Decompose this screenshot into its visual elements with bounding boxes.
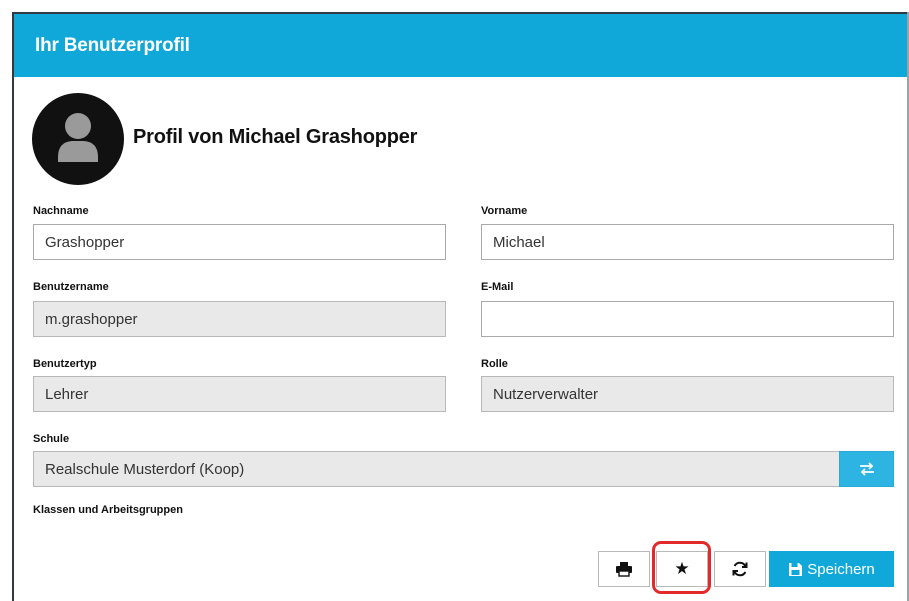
user-silhouette-icon (58, 113, 98, 162)
email-label: E-Mail (481, 281, 514, 293)
benutzername-field: m.grashopper (33, 301, 446, 337)
schule-label: Schule (33, 433, 70, 445)
refresh-icon (732, 561, 748, 577)
rolle-field: Nutzerverwalter (481, 376, 894, 412)
benutzername-label: Benutzername (33, 281, 109, 293)
vorname-field[interactable]: Michael (481, 224, 894, 260)
schule-field: Realschule Musterdorf (Koop) (33, 451, 840, 487)
rolle-label: Rolle (481, 358, 508, 370)
dialog-title: Ihr Benutzerprofil (35, 34, 190, 56)
klassen-label: Klassen und Arbeitsgruppen (33, 504, 183, 516)
avatar[interactable] (32, 93, 124, 185)
vorname-label: Vorname (481, 205, 528, 217)
window-left-border (12, 12, 14, 601)
save-button[interactable]: Speichern (769, 551, 894, 587)
floppy-disk-icon (789, 562, 803, 576)
nachname-label: Nachname (33, 205, 89, 217)
refresh-button[interactable] (714, 551, 766, 587)
email-field[interactable] (481, 301, 894, 337)
print-button[interactable] (598, 551, 650, 587)
benutzertyp-label: Benutzertyp (33, 358, 97, 370)
switch-arrows-icon (859, 462, 874, 476)
profile-heading: Profil von Michael Grashopper (133, 126, 418, 148)
save-label: Speichern (807, 560, 875, 578)
benutzertyp-field: Lehrer (33, 376, 446, 412)
highlight-marker (652, 541, 711, 594)
switch-school-button[interactable] (839, 451, 894, 487)
print-icon (616, 562, 632, 577)
nachname-field[interactable]: Grashopper (33, 224, 446, 260)
dialog-header: Ihr Benutzerprofil (14, 14, 907, 77)
